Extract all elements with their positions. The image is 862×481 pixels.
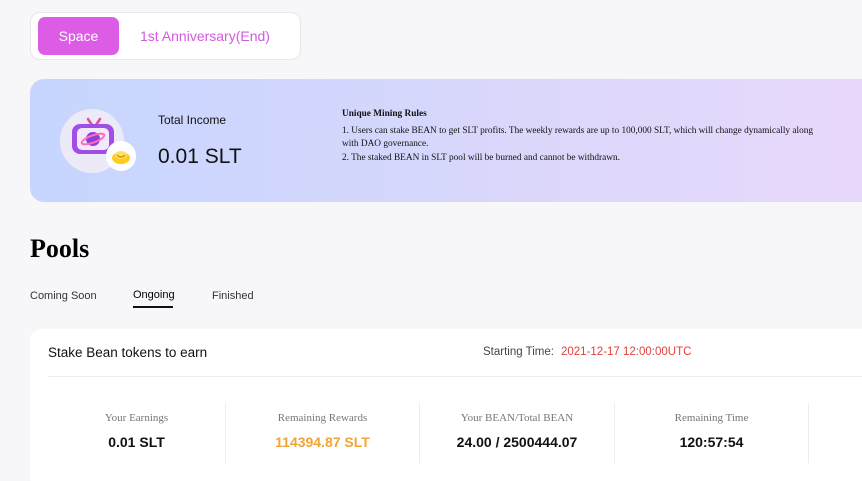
top-tab-switcher: Space 1st Anniversary(End) [30, 12, 301, 60]
card-divider [48, 376, 862, 377]
stat-value: 0.01 SLT [108, 434, 165, 450]
total-income-label: Total Income [158, 113, 227, 127]
mining-rules: Unique Mining Rules 1. Users can stake B… [342, 108, 817, 165]
pools-heading: Pools [30, 234, 90, 263]
stat-label: Remaining Time [674, 412, 749, 424]
rule-1: 1. Users can stake BEAN to get SLT profi… [342, 125, 814, 150]
tab-anniversary[interactable]: 1st Anniversary(End) [140, 17, 270, 55]
tab-finished[interactable]: Finished [212, 290, 254, 302]
stat-value: 114394.87 SLT [275, 434, 370, 450]
tab-ongoing[interactable]: Ongoing [133, 289, 175, 301]
tab-space[interactable]: Space [38, 17, 119, 55]
pool-card: Stake Bean tokens to earn Starting Time:… [30, 329, 862, 481]
stat-bean-ratio: Your BEAN/Total BEAN 24.00 / 2500444.07 [420, 403, 614, 463]
stat-label: Remaining Rewards [277, 412, 368, 424]
stat-remaining-rewards: Remaining Rewards 114394.87 SLT [226, 403, 419, 463]
stat-label: Your Earnings [104, 412, 169, 424]
income-banner: Total Income 0.01 SLT Unique Mining Rule… [30, 79, 862, 202]
total-income-value: 0.01 SLT [158, 145, 242, 168]
pool-title: Stake Bean tokens to earn [48, 345, 208, 360]
starting-time-value: 2021-12-17 12:00:00UTC [561, 346, 692, 358]
starting-time-label: Starting Time: [483, 346, 554, 358]
stat-label: Your BEAN/Total BEAN [460, 412, 574, 424]
stat-your-earnings: Your Earnings 0.01 SLT [48, 403, 225, 463]
stat-value: 120:57:54 [679, 434, 744, 450]
rules-title: Unique Mining Rules [342, 109, 427, 119]
stat-value: 24.00 / 2500444.07 [456, 434, 578, 450]
rule-2: 2. The staked BEAN in SLT pool will be b… [342, 152, 620, 163]
bean-coin-icon [106, 141, 136, 171]
stat-separator [808, 403, 809, 463]
active-tab-underline [133, 306, 173, 308]
tab-coming-soon[interactable]: Coming Soon [30, 290, 97, 302]
stat-remaining-time: Remaining Time 120:57:54 [615, 403, 808, 463]
